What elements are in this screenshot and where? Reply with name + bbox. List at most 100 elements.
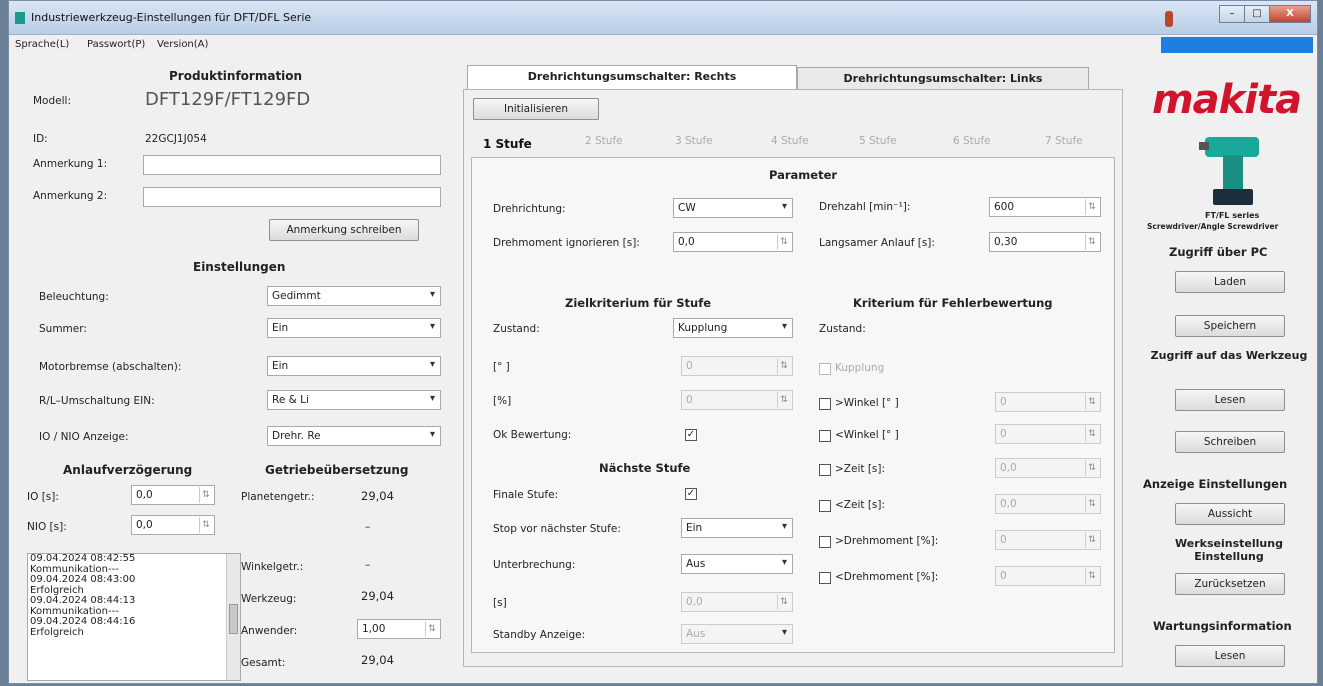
menu-sprache[interactable]: Sprache(L)	[15, 39, 69, 50]
zeit-gt-spinner[interactable]: 0,0	[995, 458, 1101, 478]
drehzahl-spinner[interactable]: 600	[989, 197, 1101, 217]
fehler-zustand-label: Zustand:	[819, 323, 866, 335]
modell-value: DFT129F/FT129FD	[145, 89, 311, 110]
tab-stufe-6[interactable]: 6 Stufe	[953, 135, 991, 147]
finale-stufe-label: Finale Stufe:	[493, 489, 559, 501]
getriebe-heading: Getriebeübersetzung	[265, 463, 409, 477]
drehmoment-ignorieren-label: Drehmoment ignorieren [s]:	[493, 237, 640, 249]
werkzeug-heading: Zugriff auf das Werkzeug	[1150, 349, 1308, 362]
tab-stufe-5[interactable]: 5 Stufe	[859, 135, 897, 147]
winkel-label: Winkelgetr.:	[241, 561, 304, 573]
kupplung-label: Kupplung	[835, 362, 885, 374]
langsamer-anlauf-spinner[interactable]: 0,30	[989, 232, 1101, 252]
tab-stufe-3[interactable]: 3 Stufe	[675, 135, 713, 147]
wartung-lesen-button[interactable]: Lesen	[1175, 645, 1285, 667]
laden-button[interactable]: Laden	[1175, 271, 1285, 293]
standby-label: Standby Anzeige:	[493, 629, 586, 641]
winkel-gt-spinner[interactable]: 0	[995, 392, 1101, 412]
einst-label-4: IO / NIO Anzeige:	[39, 431, 129, 443]
menu-accent-bar	[1161, 37, 1313, 53]
prozent-label: [%]	[493, 395, 512, 407]
zustand-label: Zustand:	[493, 323, 540, 335]
tab-stufe-1[interactable]: 1 Stufe	[483, 137, 532, 151]
zielkriterium-heading: Zielkriterium für Stufe	[565, 296, 712, 310]
series-sub-label: Screwdriver/Angle Screwdriver	[1147, 222, 1279, 231]
lesen-button[interactable]: Lesen	[1175, 389, 1285, 411]
einst-label-3: R/L–Umschaltung EIN:	[39, 395, 155, 407]
planeten-dash: –	[365, 521, 371, 533]
finale-stufe-checkbox[interactable]: ✓	[685, 488, 697, 500]
drehmoment-gt-spinner[interactable]: 0	[995, 530, 1101, 550]
winkel-grad-spinner[interactable]: 0	[681, 356, 793, 376]
anwender-spinner[interactable]: 1,00	[357, 619, 441, 639]
maximize-button[interactable]: □	[1244, 5, 1270, 23]
zeit-lt-checkbox[interactable]	[819, 500, 831, 512]
winkel-gt-checkbox[interactable]	[819, 398, 831, 410]
log-list[interactable]: 09.04.2024 08:42:55 Kommunikation--- 09.…	[27, 553, 241, 681]
beleuchtung-select[interactable]: Gedimmt	[267, 286, 441, 306]
drehmoment-gt-label: >Drehmoment [%]:	[835, 535, 939, 547]
drehmoment-lt-checkbox[interactable]	[819, 572, 831, 584]
drehrichtung-label: Drehrichtung:	[493, 203, 566, 215]
speichern-button[interactable]: Speichern	[1175, 315, 1285, 337]
winkel-lt-label: <Winkel [° ]	[835, 429, 899, 441]
winkel-lt-spinner[interactable]: 0	[995, 424, 1101, 444]
stop-select[interactable]: Ein	[681, 518, 793, 538]
produkt-heading: Produktinformation	[169, 69, 303, 83]
tab-stufe-7[interactable]: 7 Stufe	[1045, 135, 1083, 147]
nio-spinner[interactable]: 0,0	[131, 515, 215, 535]
ok-bewertung-checkbox[interactable]: ✓	[685, 429, 697, 441]
zustand-select[interactable]: Kupplung	[673, 318, 793, 338]
winkel-lt-checkbox[interactable]	[819, 430, 831, 442]
close-button[interactable]: X	[1269, 5, 1311, 23]
menu-passwort[interactable]: Passwort(P)	[87, 39, 145, 50]
drehmoment-ignorieren-spinner[interactable]: 0,0	[673, 232, 793, 252]
app-window: Industriewerkzeug-Einstellungen für DFT/…	[8, 0, 1318, 684]
rl-umschaltung-select[interactable]: Re & Li	[267, 390, 441, 410]
zeit-lt-label: <Zeit [s]:	[835, 499, 886, 511]
unterbrechung-zeit-spinner[interactable]: 0,0	[681, 592, 793, 612]
tray-icon	[1165, 11, 1173, 27]
motorbremse-select[interactable]: Ein	[267, 356, 441, 376]
log-line: Erfolgreich	[30, 626, 84, 638]
menu-version[interactable]: Version(A)	[157, 39, 208, 50]
tab-stufe-4[interactable]: 4 Stufe	[771, 135, 809, 147]
initialisieren-button[interactable]: Initialisieren	[473, 98, 599, 120]
title-bar: Industriewerkzeug-Einstellungen für DFT/…	[9, 1, 1317, 35]
zeit-lt-spinner[interactable]: 0,0	[995, 494, 1101, 514]
winkel-gt-label: >Winkel [° ]	[835, 397, 899, 409]
makita-logo: makita	[1152, 77, 1302, 123]
kupplung-checkbox[interactable]	[819, 363, 831, 375]
tab-links[interactable]: Drehrichtungsumschalter: Links	[797, 67, 1089, 91]
anmerkung1-input[interactable]	[143, 155, 441, 175]
menu-bar: Sprache(L) Passwort(P) Version(A)	[9, 35, 1317, 55]
log-scrollbar[interactable]	[226, 554, 240, 680]
drehrichtung-select[interactable]: CW	[673, 198, 793, 218]
standby-select[interactable]: Aus	[681, 624, 793, 644]
tab-stufe-2[interactable]: 2 Stufe	[585, 135, 623, 147]
prozent-spinner[interactable]: 0	[681, 390, 793, 410]
zuruecksetzen-button[interactable]: Zurücksetzen	[1175, 573, 1285, 595]
winkel-grad-label: [° ]	[493, 361, 510, 373]
planeten-value: 29,04	[361, 489, 394, 503]
unterbrechung-select[interactable]: Aus	[681, 554, 793, 574]
minimize-button[interactable]: –	[1219, 5, 1245, 23]
werks-heading: Werkseinstellung Einstellung	[1175, 537, 1283, 563]
summer-select[interactable]: Ein	[267, 318, 441, 338]
langsamer-anlauf-label: Langsamer Anlauf [s]:	[819, 237, 935, 249]
io-label: IO [s]:	[27, 491, 59, 503]
nio-label: NIO [s]:	[27, 521, 67, 533]
anmerkung2-input[interactable]	[143, 187, 441, 207]
io-nio-anzeige-select[interactable]: Drehr. Re	[267, 426, 441, 446]
anmerkung-schreiben-button[interactable]: Anmerkung schreiben	[269, 219, 419, 241]
scrollbar-thumb[interactable]	[229, 604, 238, 634]
modell-label: Modell:	[33, 95, 71, 107]
zeit-gt-checkbox[interactable]	[819, 464, 831, 476]
drehmoment-lt-spinner[interactable]: 0	[995, 566, 1101, 586]
io-spinner[interactable]: 0,0	[131, 485, 215, 505]
aussicht-button[interactable]: Aussicht	[1175, 503, 1285, 525]
schreiben-button[interactable]: Schreiben	[1175, 431, 1285, 453]
tab-rechts[interactable]: Drehrichtungsumschalter: Rechts	[467, 65, 797, 89]
gesamt-value: 29,04	[361, 653, 394, 667]
drehmoment-gt-checkbox[interactable]	[819, 536, 831, 548]
